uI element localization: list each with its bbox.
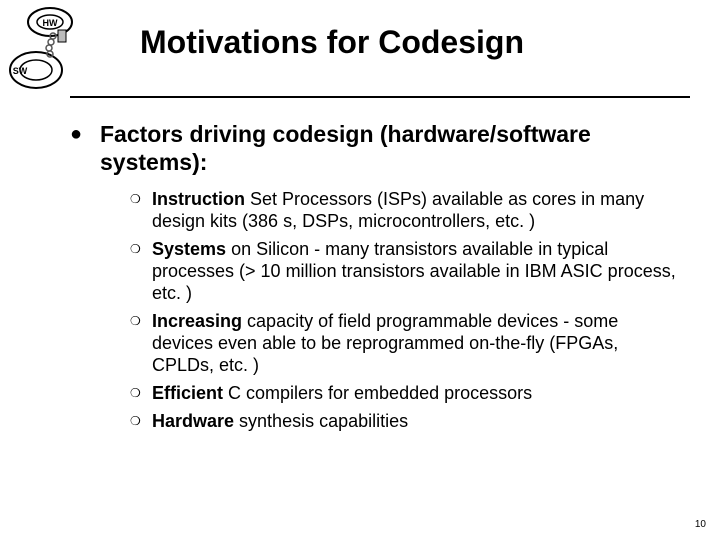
page-number: 10 bbox=[695, 519, 706, 530]
level2-text: Hardware synthesis capabilities bbox=[152, 410, 408, 432]
hw-sw-handcuff-logo: HW SW bbox=[6, 6, 102, 94]
logo-hw-text: HW bbox=[43, 18, 58, 28]
bullet-circle-icon: ❍ bbox=[130, 382, 152, 404]
level2-text: Systems on Silicon - many transistors av… bbox=[152, 238, 680, 304]
level1-text: Factors driving codesign (hardware/softw… bbox=[100, 120, 680, 176]
slide-title: Motivations for Codesign bbox=[140, 24, 524, 61]
level2-list: ❍ Instruction Set Processors (ISPs) avai… bbox=[130, 188, 680, 432]
logo-sw-text: SW bbox=[13, 66, 28, 76]
bullet-circle-icon: ❍ bbox=[130, 188, 152, 210]
level2-text: Efficient C compilers for embedded proce… bbox=[152, 382, 532, 404]
level1-item: ● Factors driving codesign (hardware/sof… bbox=[70, 120, 680, 176]
level2-item: ❍ Hardware synthesis capabilities bbox=[130, 410, 680, 432]
level2-text: Instruction Set Processors (ISPs) availa… bbox=[152, 188, 680, 232]
bullet-circle-icon: ❍ bbox=[130, 238, 152, 260]
level2-text: Increasing capacity of field programmabl… bbox=[152, 310, 680, 376]
level2-item: ❍ Instruction Set Processors (ISPs) avai… bbox=[130, 188, 680, 232]
title-underline bbox=[70, 96, 690, 98]
bullet-circle-icon: ❍ bbox=[130, 310, 152, 332]
bullet-circle-icon: ❍ bbox=[130, 410, 152, 432]
level2-item: ❍ Increasing capacity of field programma… bbox=[130, 310, 680, 376]
level2-item: ❍ Systems on Silicon - many transistors … bbox=[130, 238, 680, 304]
bullet-disc-icon: ● bbox=[70, 120, 100, 148]
level2-item: ❍ Efficient C compilers for embedded pro… bbox=[130, 382, 680, 404]
slide-body: ● Factors driving codesign (hardware/sof… bbox=[70, 120, 680, 438]
